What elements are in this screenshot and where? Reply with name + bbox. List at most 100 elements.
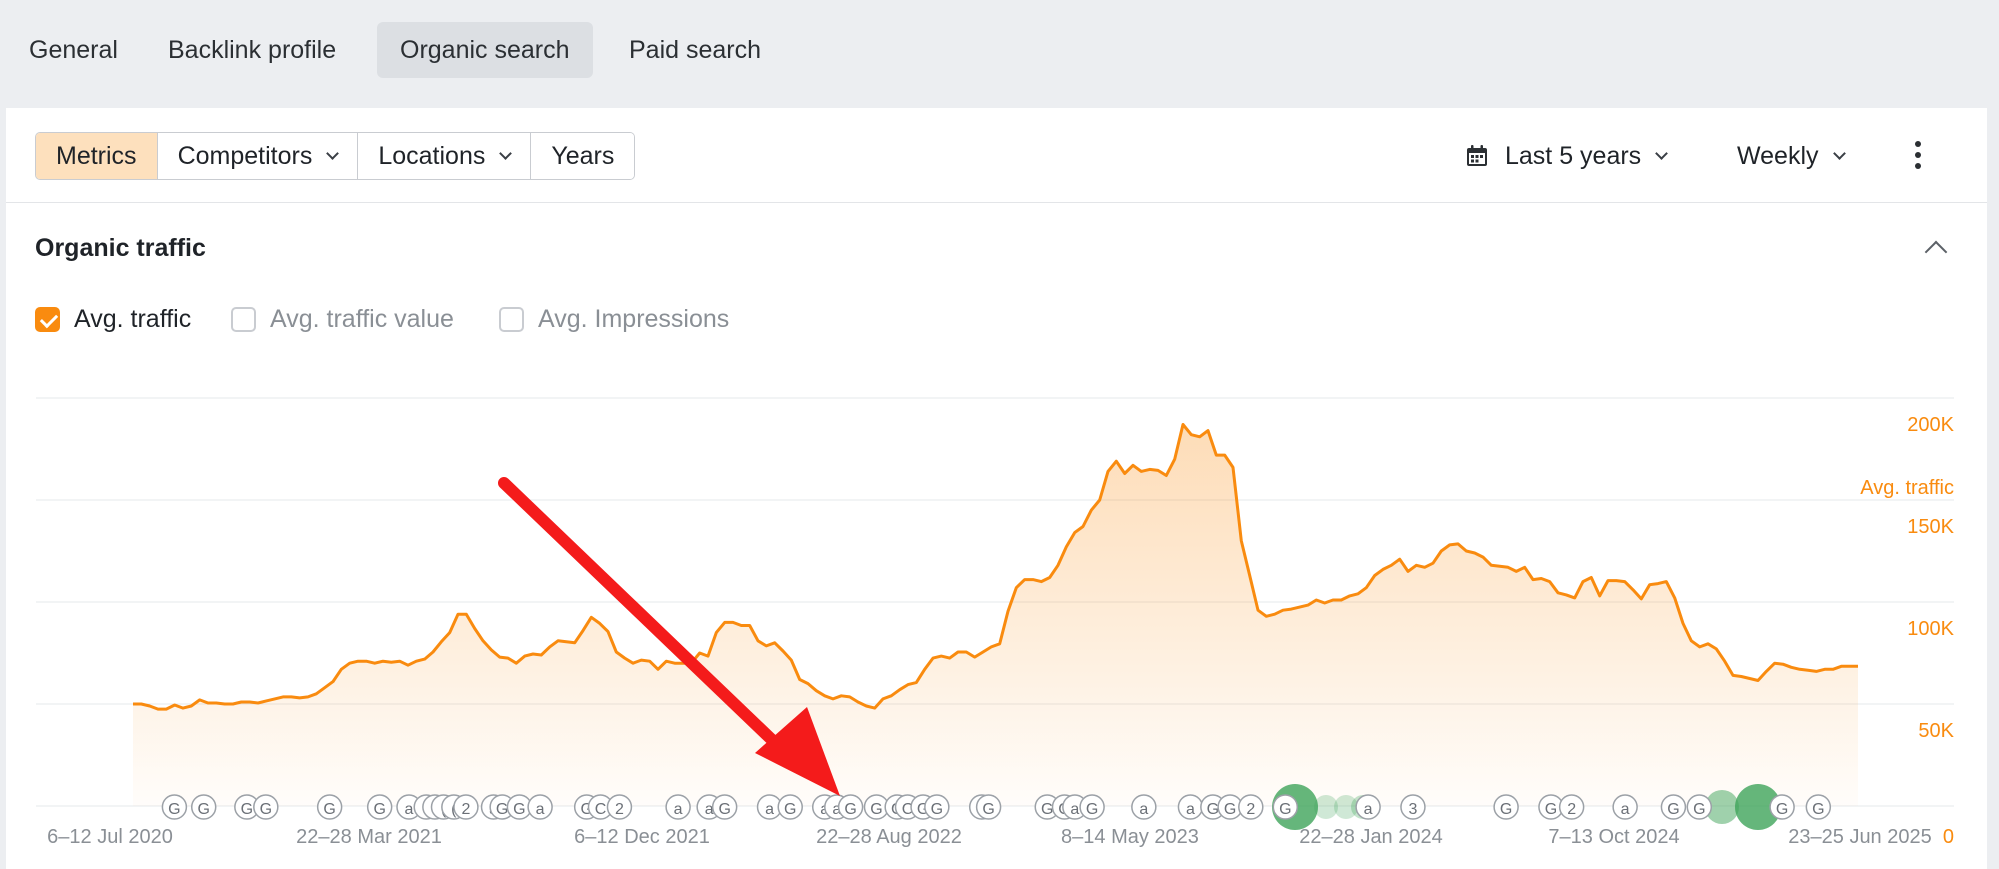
algorithm-update-marker[interactable]: 2 <box>606 794 633 820</box>
algorithm-update-marker[interactable]: G <box>777 794 803 820</box>
granularity-label: Weekly <box>1737 142 1819 170</box>
svg-text:2: 2 <box>1246 801 1255 818</box>
svg-text:G: G <box>1086 801 1098 818</box>
checkbox-empty-icon <box>499 306 524 332</box>
y-axis-label: Avg. traffic <box>1860 477 1954 499</box>
algorithm-update-marker[interactable]: a <box>1131 794 1157 820</box>
y-tick-label: 200K <box>1907 414 1954 436</box>
chevron-down-icon <box>499 146 513 160</box>
svg-text:a: a <box>1621 801 1630 818</box>
algorithm-update-marker[interactable]: G <box>1769 794 1795 820</box>
traffic-area <box>133 424 1858 806</box>
svg-text:G: G <box>241 801 253 818</box>
svg-text:a: a <box>536 801 545 818</box>
svg-text:G: G <box>784 801 796 818</box>
locations-label: Locations <box>378 142 486 170</box>
algorithm-update-marker[interactable]: G <box>924 794 950 820</box>
avg-traffic-value-checkbox[interactable]: Avg. traffic value <box>231 304 454 334</box>
svg-text:a: a <box>1364 801 1373 818</box>
algorithm-update-marker[interactable]: G <box>975 794 1002 820</box>
view-segmented-control: Metrics Competitors Locations Years <box>35 132 636 180</box>
competitors-dropdown[interactable]: Competitors <box>157 133 359 179</box>
svg-text:G: G <box>1207 801 1219 818</box>
toolbar-divider <box>6 202 1987 203</box>
algorithm-update-marker[interactable]: a <box>1612 794 1638 820</box>
checkbox-checked-icon <box>35 306 60 332</box>
x-tick-label: 23–25 Jun 2025 <box>1788 826 1931 848</box>
algorithm-update-marker[interactable]: G <box>1686 794 1713 820</box>
svg-text:G: G <box>718 801 730 818</box>
algorithm-update-marker[interactable]: 2 <box>1558 794 1585 820</box>
algorithm-update-marker[interactable]: 3 <box>1400 794 1426 820</box>
svg-text:2: 2 <box>615 801 624 818</box>
chevron-down-icon <box>1832 146 1846 160</box>
algorithm-update-marker[interactable]: G <box>161 794 188 820</box>
tab-general[interactable]: General <box>6 22 141 78</box>
algorithm-update-marker[interactable]: a <box>665 794 691 820</box>
svg-text:G: G <box>1812 801 1824 818</box>
chevron-up-icon[interactable] <box>1924 240 1948 264</box>
avg-traffic-label: Avg. traffic <box>74 304 192 333</box>
svg-text:G: G <box>168 801 180 818</box>
chevron-down-icon <box>326 146 340 160</box>
algorithm-update-marker[interactable]: G <box>253 794 279 820</box>
report-tabs: General Backlink profile Organic search … <box>0 0 1999 108</box>
checkbox-empty-icon <box>231 306 256 332</box>
algorithm-update-marker[interactable]: G <box>1805 794 1832 820</box>
x-tick-label: 6–12 Jul 2020 <box>47 826 173 848</box>
algorithm-update-marker[interactable]: a <box>1177 794 1204 820</box>
algorithm-update-marker[interactable]: a <box>527 794 553 820</box>
algorithm-update-marker[interactable]: a <box>1355 794 1381 820</box>
section-title: Organic traffic <box>35 234 206 262</box>
granularity-dropdown[interactable]: Weekly <box>1737 132 1846 180</box>
algorithm-update-marker[interactable]: G <box>1660 794 1687 820</box>
svg-text:G: G <box>1667 801 1679 818</box>
svg-text:3: 3 <box>1408 801 1417 818</box>
tab-paid-search[interactable]: Paid search <box>606 22 784 78</box>
avg-traffic-value-label: Avg. traffic value <box>270 304 454 333</box>
algorithm-update-marker[interactable]: G <box>1079 794 1105 820</box>
y-tick-label: 150K <box>1907 516 1954 538</box>
locations-dropdown[interactable]: Locations <box>358 133 532 179</box>
algorithm-update-marker[interactable]: G <box>711 794 738 820</box>
tab-organic-search[interactable]: Organic search <box>377 22 593 78</box>
y-tick-label: 100K <box>1907 618 1954 640</box>
period-dropdown[interactable]: Last 5 years <box>1465 132 1669 180</box>
avg-traffic-checkbox[interactable]: Avg. traffic <box>35 304 191 334</box>
svg-text:2: 2 <box>461 801 470 818</box>
algorithm-update-marker[interactable]: G <box>1272 794 1299 820</box>
svg-text:G: G <box>1500 801 1512 818</box>
tab-backlink-profile[interactable]: Backlink profile <box>145 22 359 78</box>
period-label: Last 5 years <box>1505 142 1642 170</box>
algorithm-update-marker[interactable]: 2 <box>1238 794 1264 820</box>
x-tick-label: 22–28 Aug 2022 <box>816 826 962 848</box>
years-label: Years <box>551 142 615 170</box>
avg-impressions-label: Avg. Impressions <box>538 304 730 333</box>
x-tick-label: 6–12 Dec 2021 <box>574 826 710 848</box>
algorithm-update-marker[interactable]: G <box>316 794 343 820</box>
svg-text:G: G <box>1041 801 1053 818</box>
organic-traffic-chart: GGGGGGa((((2aGGaGC2aaGaGaaGGGCGGGGGGaGaa… <box>36 397 1955 848</box>
avg-impressions-checkbox[interactable]: Avg. Impressions <box>499 304 729 334</box>
years-button[interactable]: Years <box>531 133 635 179</box>
algorithm-update-marker[interactable]: G <box>837 794 864 820</box>
svg-text:G: G <box>513 801 525 818</box>
svg-text:a: a <box>1070 801 1079 818</box>
calendar-icon <box>1467 145 1487 166</box>
algorithm-update-marker[interactable]: G <box>1493 794 1519 820</box>
svg-text:G: G <box>496 801 508 818</box>
svg-text:C: C <box>595 801 607 818</box>
svg-text:G: G <box>197 801 209 818</box>
algorithm-update-marker[interactable]: G <box>366 794 393 820</box>
svg-text:a: a <box>405 801 414 818</box>
x-tick-label: 7–13 Oct 2024 <box>1548 826 1679 848</box>
metrics-button[interactable]: Metrics <box>36 133 158 179</box>
algorithm-update-marker[interactable]: G <box>190 794 217 820</box>
svg-text:G: G <box>1224 801 1236 818</box>
algorithm-update-marker[interactable]: 2 <box>453 794 479 820</box>
svg-text:a: a <box>765 801 774 818</box>
svg-text:2: 2 <box>1567 801 1576 818</box>
more-vertical-icon[interactable] <box>1912 138 1924 174</box>
svg-text:G: G <box>1279 801 1291 818</box>
x-tick-label: 22–28 Jan 2024 <box>1299 826 1442 848</box>
